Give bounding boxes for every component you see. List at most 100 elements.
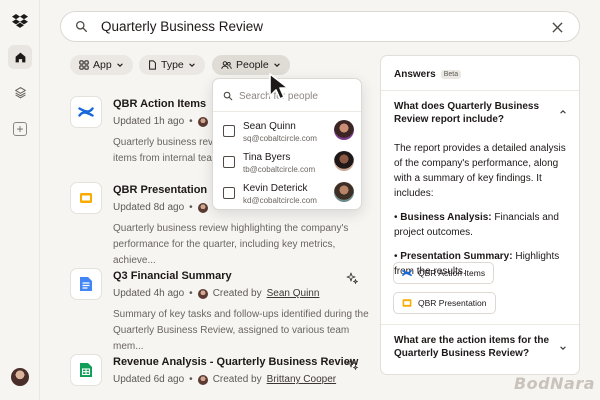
filter-type[interactable]: Type [139, 55, 205, 75]
answer-question-1[interactable]: What does Quarterly Business Review repo… [394, 100, 554, 126]
person-name: Tina Byers [243, 152, 291, 163]
result-description: Summary of key tasks and follow-ups iden… [113, 307, 370, 355]
result-meta: Updated 4h ago • Created by Sean Quinn [113, 288, 319, 299]
meta-separator: • [189, 116, 193, 127]
result-title[interactable]: Q3 Financial Summary [113, 270, 232, 282]
source-label: QBR Presentation [418, 298, 487, 308]
plus-icon: + [13, 122, 27, 136]
result-desc-line: Quarterly Business Review, assigned to v… [113, 325, 350, 352]
person-avatar [334, 182, 354, 202]
source-label: QBR Action Items [418, 268, 486, 278]
chevron-up-icon[interactable] [559, 108, 567, 116]
result-meta: Updated 6d ago • Created by Brittany Coo… [113, 374, 336, 385]
dropbox-logo-icon[interactable] [12, 14, 28, 28]
meta-separator: • [189, 288, 193, 299]
home-button[interactable] [8, 45, 32, 69]
search-icon [223, 91, 233, 101]
creator-avatar [197, 116, 208, 127]
person-name: Kevin Deterick [243, 183, 308, 194]
person-option-kevin-deterick[interactable]: Kevin Deterick kd@cobaltcircle.com [223, 181, 358, 209]
confluence-icon [402, 270, 412, 276]
app-icon [79, 60, 89, 70]
result-updated: Updated 6d ago [113, 374, 185, 385]
result-updated: Updated 4h ago [113, 288, 185, 299]
result-meta: Updated 8d ago • [113, 202, 208, 213]
answer-intro: The report provides a detailed analysis … [394, 143, 566, 199]
beta-badge: Beta [440, 70, 462, 79]
bullet-label: Presentation Summary: [400, 251, 513, 262]
divider [213, 111, 361, 112]
created-by-label: Created by [212, 288, 262, 299]
answers-title: Answers [394, 69, 436, 80]
confluence-icon [70, 96, 102, 128]
filter-type-label: Type [161, 59, 184, 71]
person-checkbox[interactable] [223, 187, 235, 199]
person-checkbox[interactable] [223, 125, 235, 137]
person-email: tb@cobaltcircle.com [243, 165, 316, 174]
people-icon [221, 61, 232, 69]
close-icon[interactable] [552, 22, 563, 33]
user-avatar[interactable] [11, 368, 29, 386]
filter-app-label: App [93, 59, 112, 71]
creator-link[interactable]: Sean Quinn [267, 288, 320, 299]
home-icon [15, 52, 25, 62]
creator-avatar [197, 288, 208, 299]
left-rail: + [0, 0, 40, 400]
created-by-label: Created by [212, 374, 262, 385]
slides-icon [402, 299, 412, 307]
creator-avatar [197, 202, 208, 213]
divider [381, 90, 579, 91]
divider [381, 324, 579, 325]
search-icon [75, 20, 88, 33]
filter-people-label: People [236, 59, 269, 71]
creator-link[interactable]: Brittany Cooper [267, 374, 336, 385]
source-chip[interactable]: QBR Action Items [393, 262, 495, 284]
filter-app[interactable]: App [70, 55, 133, 75]
layers-icon [14, 86, 26, 98]
answers-header: Answers Beta [394, 69, 462, 80]
sparkle-icon[interactable] [346, 358, 358, 370]
answer-bullet-1: • Business Analysis: Financials and proj… [394, 210, 572, 240]
mouse-cursor-icon [269, 73, 289, 100]
bullet-mark: • [394, 212, 398, 223]
answer-question-2[interactable]: What are the action items for the Quarte… [394, 334, 554, 360]
creator-avatar [197, 374, 208, 385]
chevron-down-icon [188, 63, 195, 67]
result-desc-line: Summary of key tasks and follow-ups iden… [113, 309, 369, 320]
person-email: kd@cobaltcircle.com [243, 196, 317, 205]
person-avatar [334, 151, 354, 171]
result-item[interactable]: Q3 Financial Summary Updated 4h ago • Cr… [70, 268, 370, 352]
result-desc-line: performance for the quarter, including k… [113, 239, 336, 266]
person-checkbox[interactable] [223, 156, 235, 168]
result-item[interactable]: Revenue Analysis - Quarterly Business Re… [70, 354, 370, 400]
watermark: BodNara [513, 374, 595, 393]
person-option-sean-quinn[interactable]: Sean Quinn sq@cobaltcircle.com [223, 119, 358, 147]
result-title[interactable]: QBR Presentation [113, 184, 207, 196]
person-email: sq@cobaltcircle.com [243, 134, 317, 143]
answers-panel: Answers Beta What does Quarterly Busines… [380, 55, 580, 375]
source-chip[interactable]: QBR Presentation [393, 292, 496, 314]
meta-separator: • [189, 374, 193, 385]
chevron-down-icon[interactable] [559, 344, 567, 352]
result-title[interactable]: Revenue Analysis - Quarterly Business Re… [113, 356, 358, 368]
search-bar[interactable]: Quarterly Business Review [60, 11, 580, 42]
sheets-icon [70, 354, 102, 386]
layers-button[interactable] [8, 80, 32, 104]
chevron-down-icon [273, 63, 280, 67]
person-avatar [334, 120, 354, 140]
search-input[interactable]: Quarterly Business Review [101, 19, 263, 34]
bullet-mark: • [394, 251, 398, 262]
slides-icon [70, 182, 102, 214]
sparkle-icon[interactable] [346, 272, 358, 284]
result-title[interactable]: QBR Action Items [113, 98, 206, 110]
meta-separator: • [189, 202, 193, 213]
person-option-tina-byers[interactable]: Tina Byers tb@cobaltcircle.com [223, 150, 358, 178]
docs-icon [70, 268, 102, 300]
result-desc-line: Quarterly business review highlighting t… [113, 223, 349, 234]
person-name: Sean Quinn [243, 121, 296, 132]
add-button[interactable]: + [8, 117, 32, 141]
bullet-label: Business Analysis: [400, 212, 492, 223]
result-meta: Updated 1h ago • [113, 116, 208, 127]
result-description: Quarterly business review highlighting t… [113, 221, 370, 269]
file-icon [149, 60, 156, 70]
